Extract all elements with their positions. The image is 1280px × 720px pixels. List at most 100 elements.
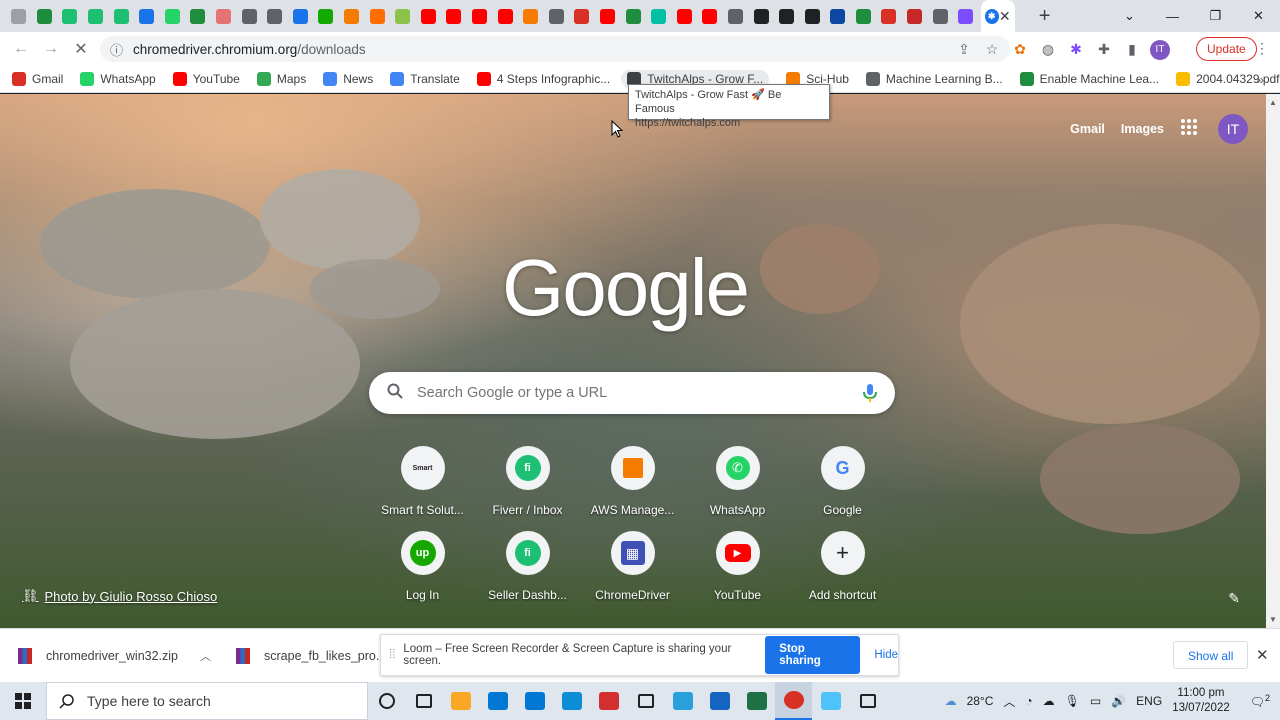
menu-icon[interactable]: ⋮	[1255, 40, 1269, 57]
bookmark-item[interactable]: WhatsApp	[80, 72, 156, 86]
browser-tab[interactable]	[543, 0, 569, 32]
gear-extension-icon[interactable]: ✱	[1062, 41, 1090, 58]
drag-handle-icon[interactable]: ⁞⁞	[389, 649, 395, 661]
browser-tab[interactable]	[492, 0, 518, 32]
browser-tab[interactable]	[236, 0, 262, 32]
globe-extension-icon[interactable]: ◍	[1034, 41, 1062, 58]
tab-search-icon[interactable]: ⌄	[1108, 8, 1151, 24]
taskbar-app[interactable]	[479, 682, 516, 720]
browser-tab[interactable]	[518, 0, 544, 32]
browser-tab[interactable]	[569, 0, 595, 32]
browser-tab[interactable]	[134, 0, 160, 32]
browser-tab[interactable]	[57, 0, 83, 32]
minimize-button[interactable]: —	[1151, 9, 1194, 24]
browser-tab[interactable]	[108, 0, 134, 32]
taskbar-search[interactable]: Type here to search	[46, 682, 368, 720]
apps-grid-icon[interactable]	[1180, 118, 1200, 141]
weather-temp[interactable]: 28°C	[967, 694, 994, 708]
bookmark-item[interactable]: 4 Steps Infographic...	[476, 72, 610, 86]
browser-tab[interactable]	[927, 0, 953, 32]
browser-tab[interactable]	[416, 0, 442, 32]
bookmark-item[interactable]: Gmail	[12, 72, 63, 86]
taskbar-app[interactable]	[812, 682, 849, 720]
hide-button[interactable]: Hide	[874, 649, 898, 661]
close-shelf-icon[interactable]: ✕	[1256, 646, 1269, 664]
taskbar-app[interactable]	[627, 682, 664, 720]
browser-tab[interactable]	[953, 0, 979, 32]
bookmark-item[interactable]: Enable Machine Lea...	[1019, 72, 1159, 86]
taskbar-app[interactable]	[590, 682, 627, 720]
shortcut-tile[interactable]: fi Seller Dashb...	[475, 531, 580, 602]
shortcut-tile[interactable]: ▶ YouTube	[685, 531, 790, 602]
browser-tab[interactable]	[262, 0, 288, 32]
battery-icon[interactable]: ▭	[1090, 694, 1101, 708]
forward-button[interactable]: →	[36, 40, 66, 58]
stop-sharing-button[interactable]: Stop sharing	[765, 636, 861, 674]
browser-tab[interactable]	[595, 0, 621, 32]
puzzle-icon[interactable]: ✚	[1090, 41, 1118, 58]
search-box[interactable]	[369, 372, 895, 414]
browser-tab[interactable]	[851, 0, 877, 32]
taskbar-app[interactable]	[553, 682, 590, 720]
scroll-up-arrow[interactable]: ▲	[1269, 98, 1277, 107]
browser-tab[interactable]	[646, 0, 672, 32]
shortcut-tile[interactable]: up Log In	[370, 531, 475, 602]
onedrive-icon[interactable]: ☁	[1043, 694, 1055, 708]
browser-tab[interactable]	[160, 0, 186, 32]
weather-icon[interactable]: ☁	[945, 694, 957, 708]
bookmark-item[interactable]: Translate	[390, 72, 460, 86]
volume-icon[interactable]: 🔊	[1111, 694, 1126, 708]
tray-chevron-icon[interactable]: ︿	[1003, 693, 1015, 710]
active-tab[interactable]: ✱ ✕	[980, 0, 1015, 32]
profile-avatar[interactable]: IT	[1146, 39, 1174, 60]
share-icon[interactable]: ⇪	[950, 41, 978, 58]
taskbar-app[interactable]	[849, 682, 886, 720]
browser-tab[interactable]	[902, 0, 928, 32]
browser-tab[interactable]	[288, 0, 314, 32]
browser-tab[interactable]	[313, 0, 339, 32]
start-button[interactable]	[0, 682, 46, 720]
microphone-tray-icon[interactable]: 🎙	[1065, 694, 1080, 708]
shortcut-tile[interactable]: + Add shortcut	[790, 531, 895, 602]
taskbar-app[interactable]	[368, 682, 405, 720]
browser-tab[interactable]	[364, 0, 390, 32]
browser-tab[interactable]	[390, 0, 416, 32]
browser-tab[interactable]	[441, 0, 467, 32]
download-item[interactable]: chromedriver_win32.zip ︿	[18, 629, 211, 683]
extension-icon[interactable]: ✿	[1006, 41, 1034, 58]
browser-tab[interactable]	[697, 0, 723, 32]
customize-pencil-icon[interactable]: ✎	[1228, 590, 1240, 607]
update-button[interactable]: Update	[1196, 37, 1257, 61]
browser-tab[interactable]	[774, 0, 800, 32]
browser-tab[interactable]	[467, 0, 493, 32]
browser-tab[interactable]	[211, 0, 237, 32]
bookmark-star-icon[interactable]: ☆	[978, 41, 1006, 58]
scroll-down-arrow[interactable]: ▼	[1269, 615, 1277, 624]
bookmark-item[interactable]: Machine Learning B...	[865, 72, 1003, 86]
taskbar-app[interactable]	[775, 682, 812, 720]
maximize-button[interactable]: ❐	[1194, 8, 1237, 24]
show-all-button[interactable]: Show all	[1173, 641, 1249, 669]
notifications-icon[interactable]: 🗨2	[1250, 693, 1270, 709]
browser-tab[interactable]	[6, 0, 32, 32]
browser-tab[interactable]	[185, 0, 211, 32]
shortcut-tile[interactable]: Smart Smart ft Solut...	[370, 446, 475, 517]
shortcut-tile[interactable]: fi Fiverr / Inbox	[475, 446, 580, 517]
bookmark-item[interactable]: News	[323, 72, 373, 86]
taskbar-app[interactable]	[664, 682, 701, 720]
taskbar-app[interactable]	[516, 682, 553, 720]
browser-tab[interactable]	[723, 0, 749, 32]
browser-tab[interactable]	[339, 0, 365, 32]
images-link[interactable]: Images	[1121, 122, 1164, 136]
browser-tab[interactable]	[671, 0, 697, 32]
search-input[interactable]	[417, 385, 837, 401]
language-indicator[interactable]: ENG	[1136, 694, 1162, 708]
taskbar-app[interactable]	[738, 682, 775, 720]
back-button[interactable]: ←	[6, 40, 36, 58]
shortcut-tile[interactable]: ▦ ChromeDriver	[580, 531, 685, 602]
browser-tab[interactable]	[799, 0, 825, 32]
browser-tab[interactable]	[32, 0, 58, 32]
shortcut-tile[interactable]: G Google	[790, 446, 895, 517]
browser-tab[interactable]	[825, 0, 851, 32]
bookmark-item[interactable]: 2004.04329.pdf	[1176, 72, 1280, 86]
